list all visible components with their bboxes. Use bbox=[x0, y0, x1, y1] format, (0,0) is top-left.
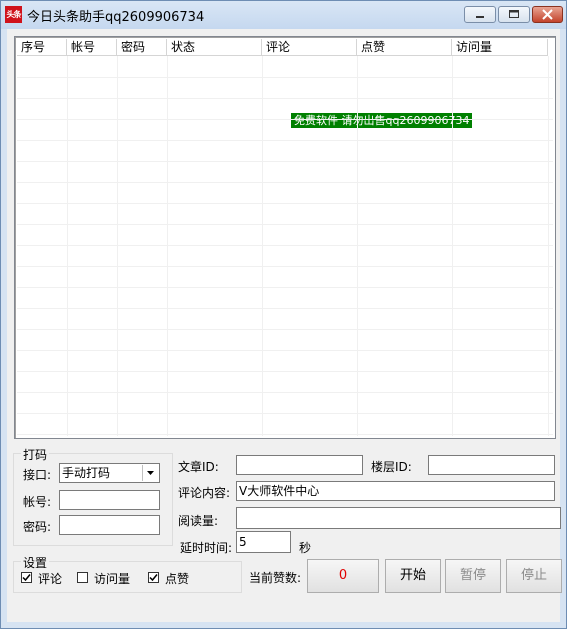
grid-column-line bbox=[548, 56, 549, 436]
captcha-password-label: 密码: bbox=[23, 520, 52, 534]
interface-label: 接口: bbox=[23, 468, 52, 482]
captcha-account-field[interactable] bbox=[59, 490, 160, 510]
watermark-banner: 免费软件 请勿出售qq2609906734 bbox=[291, 113, 473, 128]
grid-column-line bbox=[357, 56, 358, 436]
grid-row-line bbox=[17, 350, 553, 351]
grid-row-line bbox=[17, 77, 553, 78]
maximize-button[interactable] bbox=[498, 6, 530, 23]
close-icon bbox=[542, 9, 553, 20]
grid-row-line bbox=[17, 287, 553, 288]
grid-row-line bbox=[17, 182, 553, 183]
minimize-button[interactable] bbox=[464, 6, 496, 23]
dropdown-arrow-icon[interactable] bbox=[142, 465, 158, 481]
grid-column-line bbox=[67, 56, 68, 436]
close-button[interactable] bbox=[532, 6, 563, 23]
checkmark-icon bbox=[22, 574, 31, 582]
window-title: 今日头条助手qq2609906734 bbox=[27, 10, 205, 25]
current-likes-counter: 0 bbox=[307, 559, 379, 593]
interface-select[interactable]: 手动打码 bbox=[59, 463, 160, 483]
grid-row-line bbox=[17, 98, 553, 99]
article-id-label: 文章ID: bbox=[178, 460, 219, 474]
interface-selected-value: 手动打码 bbox=[62, 466, 111, 480]
captcha-account-label: 帐号: bbox=[23, 495, 52, 509]
grid-row-line bbox=[17, 140, 553, 141]
stop-button[interactable]: 停止 bbox=[506, 559, 562, 593]
delay-field[interactable]: 5 bbox=[236, 531, 291, 553]
grid-row-line bbox=[17, 434, 553, 435]
column-index[interactable]: 序号 bbox=[17, 39, 67, 56]
captcha-password-field[interactable] bbox=[59, 515, 160, 535]
grid-row-line bbox=[17, 161, 553, 162]
grid-row-line bbox=[17, 371, 553, 372]
visits-checkbox[interactable] bbox=[77, 572, 88, 583]
column-password[interactable]: 密码 bbox=[117, 39, 167, 56]
app-logo-icon: 头条 bbox=[5, 6, 22, 23]
grid-column-line bbox=[452, 56, 453, 436]
grid-column-line bbox=[117, 56, 118, 436]
grid-row-line bbox=[17, 119, 553, 120]
grid-row-line bbox=[17, 245, 553, 246]
grid-row-line bbox=[17, 224, 553, 225]
likes-checkbox[interactable] bbox=[148, 572, 159, 583]
pause-button[interactable]: 暂停 bbox=[445, 559, 501, 593]
app-window: 头条 今日头条助手qq2609906734 序号 帐号 密码 状态 评论 点赞 … bbox=[0, 0, 567, 629]
captcha-group-title: 打码 bbox=[21, 446, 50, 463]
floor-id-field[interactable] bbox=[428, 455, 555, 475]
maximize-icon bbox=[509, 10, 519, 18]
read-count-label: 阅读量: bbox=[178, 514, 219, 528]
delay-label: 延时时间: bbox=[180, 541, 233, 555]
column-account[interactable]: 帐号 bbox=[67, 39, 117, 56]
grid-row-line bbox=[17, 266, 553, 267]
column-visits[interactable]: 访问量 bbox=[452, 39, 548, 56]
grid-column-line bbox=[167, 56, 168, 436]
comment-option-label[interactable]: 评论 bbox=[38, 570, 62, 587]
column-status[interactable]: 状态 bbox=[167, 39, 262, 56]
column-comment[interactable]: 评论 bbox=[262, 39, 357, 56]
checkmark-icon bbox=[149, 574, 158, 582]
account-list[interactable]: 序号 帐号 密码 状态 评论 点赞 访问量 免费软件 请勿出售qq2609906… bbox=[14, 36, 556, 439]
settings-group: 设置 评论 访问量 点赞 bbox=[13, 554, 242, 593]
current-likes-label: 当前赞数: bbox=[249, 571, 302, 585]
start-button[interactable]: 开始 bbox=[385, 559, 441, 593]
minimize-icon bbox=[476, 16, 484, 18]
comment-content-field[interactable]: V大师软件中心 bbox=[236, 481, 555, 501]
title-bar[interactable]: 头条 今日头条助手qq2609906734 bbox=[1, 1, 566, 29]
grid-row-line bbox=[17, 392, 553, 393]
read-count-field[interactable] bbox=[236, 507, 561, 529]
grid-row-line bbox=[17, 203, 553, 204]
grid-row-line bbox=[17, 329, 553, 330]
list-header: 序号 帐号 密码 状态 评论 点赞 访问量 bbox=[17, 39, 553, 56]
client-area: 序号 帐号 密码 状态 评论 点赞 访问量 免费软件 请勿出售qq2609906… bbox=[7, 29, 562, 622]
floor-id-label: 楼层ID: bbox=[371, 460, 412, 474]
settings-group-title: 设置 bbox=[21, 554, 50, 571]
captcha-group: 打码 接口: 手动打码 帐号: 密码: bbox=[13, 446, 173, 546]
column-likes[interactable]: 点赞 bbox=[357, 39, 452, 56]
delay-unit: 秒 bbox=[299, 541, 312, 555]
grid-row-line bbox=[17, 308, 553, 309]
visits-option-label[interactable]: 访问量 bbox=[94, 570, 130, 587]
article-id-field[interactable] bbox=[236, 455, 363, 475]
comment-content-label: 评论内容: bbox=[178, 486, 231, 500]
grid-row-line bbox=[17, 413, 553, 414]
grid-column-line bbox=[262, 56, 263, 436]
likes-option-label[interactable]: 点赞 bbox=[165, 570, 189, 587]
comment-checkbox[interactable] bbox=[21, 572, 32, 583]
